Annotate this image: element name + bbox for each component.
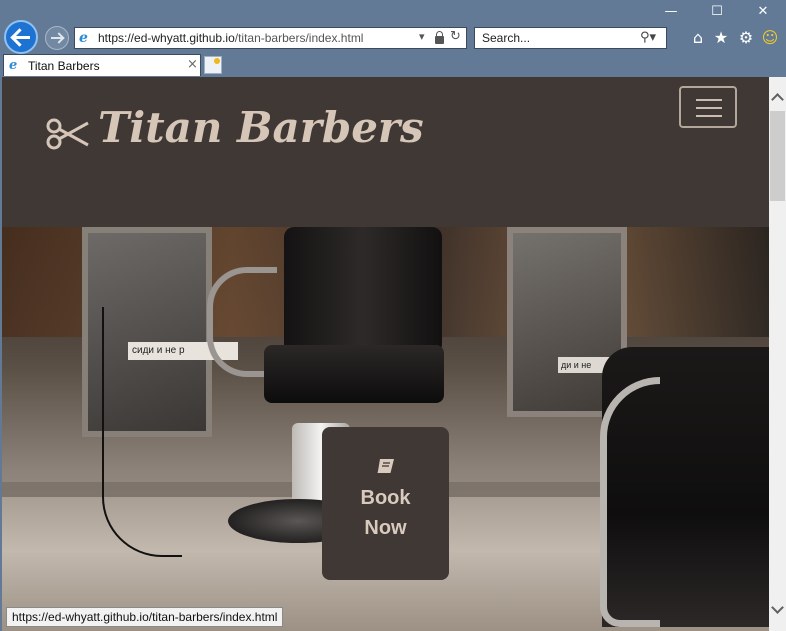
new-tab-button[interactable]: [204, 56, 222, 74]
maximize-button[interactable]: ☐: [694, 0, 740, 24]
refresh-icon[interactable]: ↻: [450, 29, 461, 44]
search-icon[interactable]: ⚲▾: [640, 30, 656, 45]
ie-tab-icon: e: [9, 58, 18, 73]
book-icon: [377, 459, 394, 473]
hero-chair-back: [284, 227, 442, 362]
feedback-smiley-icon[interactable]: ☺: [760, 28, 780, 48]
browser-toolbar: e https://ed-whyatt.github.io/titan-barb…: [0, 20, 786, 54]
scroll-down-arrow-icon[interactable]: [769, 603, 786, 617]
address-host: https://ed-whyatt.github.io: [98, 31, 235, 45]
minimize-button[interactable]: —: [648, 0, 694, 24]
scroll-up-arrow-icon[interactable]: [769, 89, 786, 103]
favorites-star-icon[interactable]: ★: [711, 28, 731, 48]
book-now-label: Book Now: [360, 487, 411, 539]
settings-gear-icon[interactable]: ⚙: [736, 28, 756, 48]
tab-titan-barbers[interactable]: e Titan Barbers ×: [3, 54, 201, 76]
tab-strip: e Titan Barbers ×: [0, 54, 786, 76]
ie-page-icon: e: [79, 30, 88, 46]
back-button[interactable]: [4, 20, 38, 54]
menu-toggle-button[interactable]: [679, 86, 737, 128]
tab-close-icon[interactable]: ×: [187, 57, 198, 72]
page-viewport: Titan Barbers сиди и не р ди и не Book N: [2, 77, 769, 631]
site-brand[interactable]: Titan Barbers: [98, 103, 424, 152]
window-title-bar: — ☐ ✕: [0, 0, 786, 24]
hero-cable: [102, 307, 182, 557]
status-bar-url: https://ed-whyatt.github.io/titan-barber…: [6, 607, 284, 627]
forward-button[interactable]: [45, 26, 69, 50]
hamburger-line: [696, 107, 722, 109]
home-icon[interactable]: ⌂: [688, 28, 708, 48]
book-now-button[interactable]: Book Now: [322, 427, 449, 580]
hero-chair-seat: [264, 345, 444, 403]
site-header: Titan Barbers: [2, 77, 769, 227]
hamburger-line: [696, 99, 722, 101]
vertical-scrollbar[interactable]: [769, 77, 786, 631]
scissors-icon: [46, 118, 89, 150]
hamburger-line: [696, 115, 722, 117]
address-dropdown-icon[interactable]: ▾: [419, 30, 425, 43]
lock-icon[interactable]: [435, 31, 444, 44]
close-window-button[interactable]: ✕: [740, 0, 786, 24]
hero-chair-right-arm: [600, 377, 660, 627]
address-path: /titan-barbers/index.html: [234, 31, 364, 45]
address-bar[interactable]: e https://ed-whyatt.github.io/titan-barb…: [74, 27, 467, 49]
address-url[interactable]: https://ed-whyatt.github.io/titan-barber…: [98, 31, 363, 45]
scroll-thumb[interactable]: [770, 111, 785, 201]
search-input[interactable]: Search...: [482, 31, 530, 45]
tab-label: Titan Barbers: [28, 59, 100, 73]
search-box[interactable]: Search... ⚲▾: [474, 27, 667, 49]
